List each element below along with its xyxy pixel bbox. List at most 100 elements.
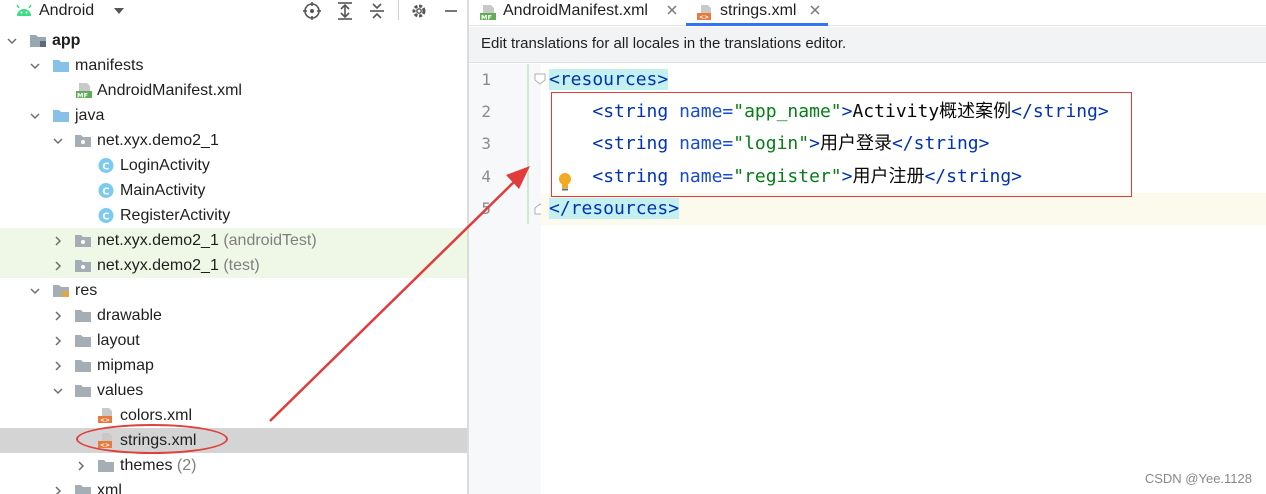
tree-item-label: MainActivity xyxy=(120,182,206,199)
folder-icon xyxy=(53,60,69,72)
tab-label: strings.xml xyxy=(720,2,797,19)
fold-icon[interactable] xyxy=(533,72,547,86)
translations-editor-banner[interactable]: Edit translations for all locales in the… xyxy=(469,27,1266,63)
project-toolbar: Android xyxy=(0,0,467,26)
chevron-down-icon[interactable] xyxy=(29,110,41,122)
tab-android-manifest[interactable]: MF AndroidManifest.xml xyxy=(469,0,685,26)
project-view-selector[interactable]: Android xyxy=(39,0,94,22)
tree-item-layout[interactable]: layout xyxy=(0,328,467,353)
chevron-right-icon[interactable] xyxy=(52,260,64,272)
svg-text:MF: MF xyxy=(77,92,88,100)
project-panel: Android app manifests MF AndroidManifest… xyxy=(0,0,467,494)
tree-item-res[interactable]: res xyxy=(0,278,467,303)
folder-icon xyxy=(75,385,91,397)
tree-item-colors-xml[interactable]: <> colors.xml xyxy=(0,403,467,428)
chevron-down-icon[interactable] xyxy=(29,60,41,72)
string-text-cjk: 概述案例 xyxy=(939,101,1012,122)
attr-value: "register" xyxy=(733,166,842,187)
module-folder-icon xyxy=(30,35,46,47)
string-open-tag: <string xyxy=(592,133,669,154)
tree-item-package-android-test[interactable]: net.xyx.demo2_1 (androidTest) xyxy=(0,228,467,253)
svg-text:<>: <> xyxy=(100,417,110,424)
tree-item-manifests[interactable]: manifests xyxy=(0,53,467,78)
chevron-down-icon[interactable] xyxy=(52,135,64,147)
tree-item-mipmap[interactable]: mipmap xyxy=(0,353,467,378)
package-icon xyxy=(75,235,91,247)
folder-icon xyxy=(75,335,91,347)
line-number: 3 xyxy=(481,134,491,153)
tree-item-suffix: (2) xyxy=(176,457,197,474)
xml-file-icon: <> xyxy=(98,408,112,424)
svg-text:<>: <> xyxy=(100,442,110,449)
chevron-down-icon[interactable] xyxy=(52,385,64,397)
class-icon: C xyxy=(98,158,114,173)
resources-close-tag: </resources> xyxy=(549,198,680,219)
tree-item-values[interactable]: values xyxy=(0,378,467,403)
gear-icon[interactable] xyxy=(408,0,430,22)
tree-item-label: app xyxy=(52,32,81,49)
attr-name: name= xyxy=(679,101,734,122)
collapse-all-icon[interactable] xyxy=(366,0,388,22)
svg-text:<>: <> xyxy=(699,14,709,21)
chevron-down-icon[interactable] xyxy=(112,6,126,16)
tree-item-app[interactable]: app xyxy=(0,28,467,53)
line-number: 4 xyxy=(481,167,491,186)
chevron-right-icon[interactable] xyxy=(75,460,87,472)
xml-file-icon: <> xyxy=(98,433,112,449)
tree-item-label: AndroidManifest.xml xyxy=(97,82,242,99)
tree-item-label: mipmap xyxy=(97,357,154,374)
tab-strings-xml[interactable]: <> strings.xml xyxy=(686,0,828,26)
tree-item-label: java xyxy=(75,107,105,124)
svg-text:C: C xyxy=(102,187,109,198)
xml-file-icon: <> xyxy=(697,5,711,21)
class-icon: C xyxy=(98,183,114,198)
tree-item-main-activity[interactable]: C MainActivity xyxy=(0,178,467,203)
chevron-right-icon[interactable] xyxy=(52,360,64,372)
chevron-down-icon[interactable] xyxy=(29,285,41,297)
locate-file-icon[interactable] xyxy=(301,0,323,22)
banner-text[interactable]: Edit translations for all locales in the… xyxy=(481,27,846,61)
string-open-tag: <string xyxy=(592,101,669,122)
tree-item-xml[interactable]: xml xyxy=(0,478,467,494)
tree-item-suffix: (test) xyxy=(223,257,260,274)
chevron-right-icon[interactable] xyxy=(52,335,64,347)
tree-item-package-test[interactable]: net.xyx.demo2_1 (test) xyxy=(0,253,467,278)
expand-all-icon[interactable] xyxy=(334,0,356,22)
tree-item-drawable[interactable]: drawable xyxy=(0,303,467,328)
tree-item-android-manifest[interactable]: MF AndroidManifest.xml xyxy=(0,78,467,103)
line-number: 5 xyxy=(481,199,491,218)
string-open-tag: <string xyxy=(592,166,669,187)
tree-item-label: net.xyx.demo2_1 (androidTest) xyxy=(97,232,317,249)
folder-icon xyxy=(75,485,91,494)
attr-value: "app_name" xyxy=(733,101,842,122)
toolbar-separator xyxy=(398,0,399,20)
code-line: <resources> xyxy=(549,64,669,96)
tree-item-label: RegisterActivity xyxy=(120,207,231,224)
tree-item-login-activity[interactable]: C LoginActivity xyxy=(0,153,467,178)
tree-item-label: xml xyxy=(97,482,122,494)
string-text-cjk: 用户登录 xyxy=(819,133,892,154)
code-editor[interactable]: <resources> <string name="app_name">Acti… xyxy=(541,64,1266,494)
tree-item-themes[interactable]: themes (2) xyxy=(0,453,467,478)
tree-item-suffix: (androidTest) xyxy=(223,232,317,249)
svg-text:C: C xyxy=(102,162,109,173)
tree-item-strings-xml[interactable]: <> strings.xml xyxy=(0,428,467,453)
tree-item-register-activity[interactable]: C RegisterActivity xyxy=(0,203,467,228)
chevron-right-icon[interactable] xyxy=(52,485,64,494)
close-icon[interactable] xyxy=(808,3,822,17)
manifest-file-icon: MF xyxy=(76,83,92,100)
chevron-right-icon[interactable] xyxy=(52,310,64,322)
hide-panel-icon[interactable] xyxy=(440,0,462,22)
change-marker xyxy=(527,64,529,224)
tree-item-label: LoginActivity xyxy=(120,157,210,174)
line-number: 2 xyxy=(481,102,491,121)
tree-item-java[interactable]: java xyxy=(0,103,467,128)
tag-close-bracket: > xyxy=(841,101,853,122)
chevron-down-icon[interactable] xyxy=(6,35,18,47)
manifest-file-icon: MF xyxy=(480,5,496,21)
chevron-right-icon[interactable] xyxy=(52,235,64,247)
watermark: CSDN @Yee.1128 xyxy=(1144,471,1252,486)
tree-item-package-main[interactable]: net.xyx.demo2_1 xyxy=(0,128,467,153)
tag-close-bracket: > xyxy=(841,166,853,187)
close-icon[interactable] xyxy=(665,3,679,17)
